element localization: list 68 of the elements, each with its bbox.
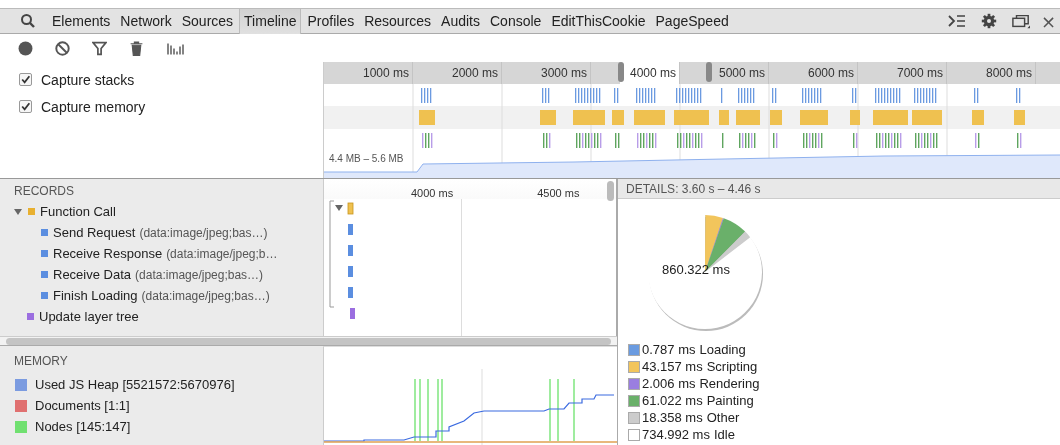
legend-value: 43.157 ms bbox=[642, 359, 703, 374]
filter-icon[interactable] bbox=[92, 40, 107, 56]
ruler-label: 4000 ms bbox=[411, 187, 454, 199]
legend-label: Scripting bbox=[706, 359, 758, 374]
legend-label: Loading bbox=[699, 342, 746, 357]
record-name[interactable]: Send Request bbox=[53, 225, 136, 240]
ruler-label: 5000 ms bbox=[718, 66, 765, 80]
ruler-label: 4000 ms bbox=[629, 66, 676, 80]
clear-icon[interactable] bbox=[55, 40, 70, 56]
details-title: DETAILS: 3.60 s – 4.46 s bbox=[618, 179, 1060, 199]
legend-value: 18.358 ms bbox=[642, 410, 703, 425]
horizontal-scrollbar[interactable] bbox=[6, 337, 611, 345]
record-detail: (data:image/jpeg;bas…) bbox=[139, 225, 268, 240]
window-handle[interactable] bbox=[618, 62, 624, 82]
checkbox[interactable] bbox=[19, 100, 32, 113]
panel-tab[interactable]: Timeline bbox=[239, 8, 302, 34]
legend-value: 61.022 ms bbox=[642, 393, 703, 408]
panel-tab[interactable]: Audits bbox=[437, 8, 484, 34]
ruler-label: 2000 ms bbox=[451, 66, 498, 80]
panel-tab[interactable]: Sources bbox=[177, 8, 238, 34]
console-drawer-icon[interactable] bbox=[947, 13, 966, 29]
legend-label: Painting bbox=[706, 393, 754, 408]
legend-label: Rendering bbox=[699, 376, 760, 391]
memory-range-label: 4.4 MB – 5.6 MB bbox=[329, 153, 404, 164]
panel-tab[interactable]: PageSpeed bbox=[651, 8, 733, 34]
counter-label: Nodes [145:147] bbox=[35, 419, 131, 434]
ruler-label: 6000 ms bbox=[807, 66, 854, 80]
legend-label: Other bbox=[706, 410, 740, 425]
option-label: Capture stacks bbox=[41, 71, 135, 88]
legend-value: 2.006 ms bbox=[642, 376, 696, 391]
panel-tab[interactable]: Profiles bbox=[303, 8, 359, 34]
record-detail: (data:image/jpeg;bas…) bbox=[141, 288, 270, 303]
ruler-label: 3000 ms bbox=[540, 66, 587, 80]
record-name[interactable]: Receive Data bbox=[53, 267, 132, 282]
ruler-label: 7000 ms bbox=[896, 66, 943, 80]
total-time-label: 860.322 ms bbox=[662, 262, 730, 277]
option-label: Capture memory bbox=[41, 98, 146, 115]
window-handle[interactable] bbox=[706, 62, 712, 82]
panel-tab[interactable]: Resources bbox=[360, 8, 436, 34]
checkbox[interactable] bbox=[19, 73, 32, 86]
search-icon[interactable] bbox=[19, 13, 37, 29]
panel-tab[interactable]: EditThisCookie bbox=[547, 8, 650, 34]
panel-tab[interactable]: Network bbox=[116, 8, 176, 34]
legend-value: 0.787 ms bbox=[642, 342, 696, 357]
collapse-triangle-icon[interactable] bbox=[13, 206, 23, 217]
record-name[interactable]: Update layer tree bbox=[39, 309, 139, 324]
section-title: RECORDS bbox=[13, 183, 75, 200]
ruler-label: 4500 ms bbox=[537, 187, 580, 199]
record-detail: (data:image/jpeg;bas…) bbox=[135, 267, 264, 282]
ruler-label: 1000 ms bbox=[362, 66, 409, 80]
panel-tab[interactable]: Console bbox=[486, 8, 546, 34]
vertical-scrollbar[interactable] bbox=[607, 181, 614, 201]
record-name[interactable]: Finish Loading bbox=[53, 288, 138, 303]
close-button[interactable]: × bbox=[1036, 10, 1060, 32]
record-detail: (data:image/jpeg;b… bbox=[166, 246, 278, 261]
section-title: MEMORY bbox=[13, 353, 69, 370]
record-name[interactable]: Function Call bbox=[40, 204, 116, 219]
settings-icon[interactable] bbox=[979, 13, 998, 29]
counter-label: Used JS Heap [5521572:5670976] bbox=[35, 377, 235, 392]
record-name[interactable]: Receive Response bbox=[53, 246, 163, 261]
trash-icon[interactable] bbox=[129, 40, 144, 56]
legend-value: 734.992 ms bbox=[642, 427, 710, 442]
record-icon[interactable] bbox=[18, 40, 33, 56]
ruler-label: 8000 ms bbox=[985, 66, 1032, 80]
panel-tab[interactable]: Elements bbox=[48, 8, 115, 34]
dock-icon[interactable] bbox=[1011, 13, 1030, 29]
counter-label: Documents [1:1] bbox=[35, 398, 130, 413]
legend-label: Idle bbox=[713, 427, 735, 442]
